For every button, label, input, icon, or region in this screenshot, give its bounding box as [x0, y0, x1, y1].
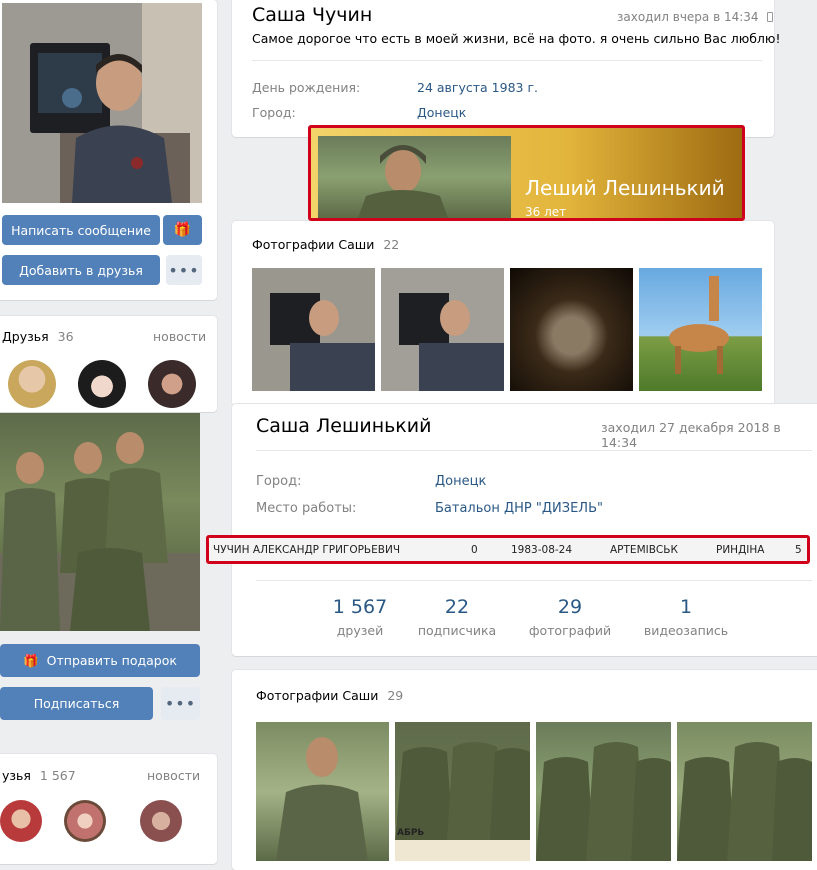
photos-count-2: 29: [387, 688, 404, 703]
photos-header-2[interactable]: Фотографии Саши 29: [256, 688, 403, 703]
last-seen-2: заходил 27 декабря 2018 в 14:34: [601, 420, 781, 450]
stat-subscribers[interactable]: 22 подписчика: [402, 596, 512, 638]
photo-thumbnail[interactable]: [510, 268, 633, 391]
photos-count: 22: [383, 237, 400, 252]
friend-avatar[interactable]: [8, 360, 56, 408]
city-link[interactable]: Донецк: [417, 105, 466, 120]
city-label-2: Город:: [256, 474, 302, 489]
friends-news-link[interactable]: новости: [153, 329, 206, 344]
friend-avatar[interactable]: [140, 800, 182, 842]
send-gift-label: Отправить подарок: [46, 653, 177, 668]
birthday-link[interactable]: 24 августа 1983 г.: [417, 80, 538, 95]
stat-label: видеозапись: [643, 623, 729, 638]
gift-icon: 🎁: [23, 652, 39, 668]
stat-number: 1 567: [332, 596, 388, 618]
city-label: Город:: [252, 105, 296, 120]
profile-avatar-2[interactable]: [0, 413, 200, 631]
more-actions-button[interactable]: •••: [166, 255, 202, 285]
divider: [256, 580, 812, 581]
profile-name-2: Саша Лешинький: [256, 415, 432, 437]
work-label: Место работы:: [256, 501, 357, 516]
ok-profile-age: 36 лет: [525, 205, 567, 219]
stat-label: подписчика: [417, 623, 497, 638]
calendar-month-text: АБРЬ: [397, 828, 425, 838]
photo-thumbnail[interactable]: [677, 722, 812, 861]
friends-label-2: узья: [2, 768, 31, 783]
stat-number: 1: [679, 596, 693, 618]
friends-header[interactable]: Друзья 36: [2, 329, 74, 344]
stat-number: 29: [557, 596, 583, 618]
photo-thumbnail[interactable]: АБРЬ: [395, 722, 530, 861]
gift-icon: 🎁: [173, 222, 192, 238]
db-date: 1983-08-24: [511, 544, 573, 556]
stat-friends[interactable]: 1 567 друзей: [305, 596, 415, 638]
friends-news-link-2[interactable]: новости: [147, 768, 200, 783]
work-link[interactable]: Батальон ДНР "ДИЗЕЛЬ": [435, 501, 603, 516]
last-seen: заходил вчера в 14:34: [617, 10, 774, 24]
ok-profile-card[interactable]: Леший Лешинький 36 лет: [308, 125, 745, 221]
more-actions-button-2[interactable]: •••: [161, 687, 200, 720]
stat-label: фотографий: [528, 623, 612, 638]
database-row: ЧУЧИН АЛЕКСАНДР ГРИГОРЬЕВИЧ 0 1983-08-24…: [206, 535, 810, 564]
photo-thumbnail[interactable]: [639, 268, 762, 391]
db-col2: 0: [471, 544, 478, 556]
friend-avatar[interactable]: [148, 360, 196, 408]
mobile-icon: [767, 12, 774, 22]
friends-header-2[interactable]: узья 1 567: [2, 768, 76, 783]
divider: [252, 60, 762, 61]
photo-thumbnail[interactable]: [252, 268, 375, 391]
photos-header[interactable]: Фотографии Саши 22: [252, 237, 399, 252]
friend-avatar[interactable]: [0, 800, 42, 842]
ok-profile-name: Леший Лешинький: [525, 176, 725, 200]
friends-count-2: 1 567: [39, 768, 76, 783]
stat-label: друзей: [336, 623, 384, 638]
friend-avatar[interactable]: [64, 800, 106, 842]
gift-button[interactable]: 🎁: [163, 215, 202, 245]
write-message-button[interactable]: Написать сообщение: [2, 215, 160, 245]
divider: [256, 450, 812, 451]
friends-label: Друзья: [2, 329, 49, 344]
db-city: АРТЕМIВСЬК: [610, 544, 678, 556]
subscribe-button[interactable]: Подписаться: [0, 687, 153, 720]
stat-videos[interactable]: 1 видеозапись: [631, 596, 741, 638]
ok-profile-photo: [318, 136, 511, 218]
add-friend-button[interactable]: Добавить в друзья: [2, 255, 160, 285]
stat-number: 22: [444, 596, 470, 618]
photo-thumbnail[interactable]: [256, 722, 389, 861]
profile-status[interactable]: Самое дорогое что есть в моей жизни, всё…: [252, 31, 780, 46]
stat-photos[interactable]: 29 фотографий: [515, 596, 625, 638]
photo-thumbnail[interactable]: [381, 268, 504, 391]
friends-count: 36: [57, 329, 74, 344]
photos-label-2: Фотографии Саши: [256, 688, 379, 703]
city-link-2[interactable]: Донецк: [435, 474, 486, 489]
photos-label: Фотографии Саши: [252, 237, 375, 252]
photo-thumbnail[interactable]: [536, 722, 671, 861]
birthday-label: День рождения:: [252, 80, 361, 95]
profile-avatar[interactable]: [2, 3, 202, 203]
db-region: РИНДІНА: [716, 544, 765, 556]
friend-avatar[interactable]: [78, 360, 126, 408]
db-name: ЧУЧИН АЛЕКСАНДР ГРИГОРЬЕВИЧ: [213, 544, 401, 556]
db-num: 5: [795, 544, 802, 556]
profile-name: Саша Чучин: [252, 4, 373, 26]
send-gift-button[interactable]: 🎁 Отправить подарок: [0, 644, 200, 677]
